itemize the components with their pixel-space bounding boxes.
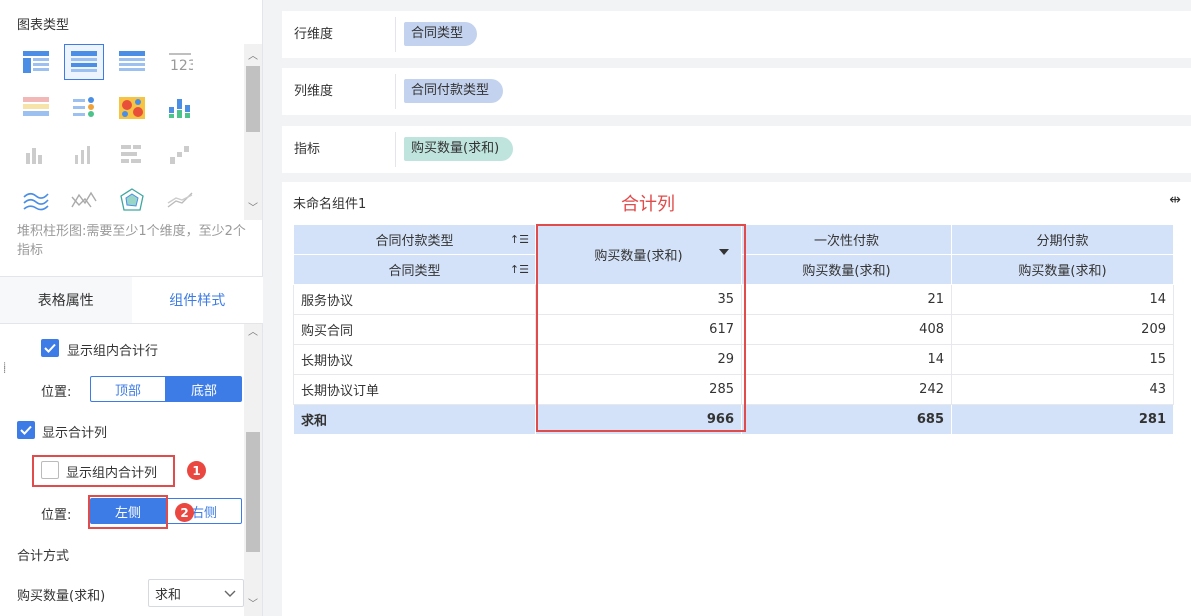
row-dim-header-label: 合同类型 (388, 264, 441, 279)
divider (395, 132, 396, 167)
highlight-box-2 (88, 495, 168, 529)
main-area: 行维度 合同类型 列维度 合同付款类型 指标 购买数量(求和) 未命名组件1 合… (264, 0, 1191, 616)
detail-table-icon[interactable] (112, 44, 152, 80)
value-cell: 14 (951, 284, 1174, 315)
value-cell: 14 (741, 344, 952, 375)
position-top-option[interactable]: 顶部 (90, 376, 166, 402)
radar-icon[interactable] (112, 182, 152, 218)
tab-component-style[interactable]: 组件样式 (131, 277, 263, 323)
col-group-header[interactable]: 一次性付款 (741, 224, 952, 255)
left-panel: 图表类型 123 ︿ ﹀ 堆积柱形图:需要至少1个维度，至少2个指标 表格属性 … (0, 0, 263, 616)
chart-type-hint: 堆积柱形图:需要至少1个维度，至少2个指标 (17, 224, 246, 258)
column-chart-icon[interactable] (16, 136, 56, 172)
measure-header: 购买数量(求和) (741, 254, 952, 285)
dot-table-icon[interactable] (64, 90, 104, 126)
settings-tabs: 表格属性 组件样式 (0, 276, 263, 324)
col-dimension-bar: 列维度 合同付款类型 (282, 68, 1191, 115)
col-dim-header-label: 合同付款类型 (375, 234, 454, 249)
row-dimension-bar: 行维度 合同类型 (282, 11, 1191, 58)
total-col-highlight-box (536, 224, 746, 432)
subtotal-row-position-toggle: 顶部 底部 (90, 376, 242, 402)
position-label: 位置: (41, 508, 72, 523)
multi-line-icon[interactable] (160, 182, 200, 218)
component-title[interactable]: 未命名组件1 (293, 193, 366, 212)
total-col-annotation: 合计列 (621, 194, 675, 215)
bar-chart-icon[interactable] (112, 136, 152, 172)
measure-label: 指标 (294, 142, 321, 157)
grouped-column-icon[interactable] (64, 136, 104, 172)
divider (395, 17, 396, 52)
area-chart-icon[interactable] (64, 182, 104, 218)
svg-text:123: 123 (170, 58, 193, 73)
show-group-subtotal-row-label: 显示组内合计行 (67, 344, 159, 359)
total-value-cell: 685 (741, 404, 952, 435)
value-cell: 21 (741, 284, 952, 315)
col-dimension-field[interactable]: 合同付款类型 (404, 79, 504, 103)
value-cell: 408 (741, 314, 952, 345)
row-name-cell: 购买合同 (293, 314, 536, 345)
value-cell: 242 (741, 374, 952, 405)
value-cell: 43 (951, 374, 1174, 405)
value-cell: 15 (951, 344, 1174, 375)
sort-icon[interactable]: ↑☰ (510, 233, 529, 246)
position-label: 位置: (41, 385, 72, 400)
row-name-cell: 长期协议订单 (293, 374, 536, 405)
tab-table-properties[interactable]: 表格属性 (0, 277, 132, 323)
total-method-field: 购买数量(求和) (17, 589, 106, 604)
scroll-down-icon[interactable]: ﹀ (245, 202, 261, 216)
row-dimension-field[interactable]: 合同类型 (404, 22, 478, 46)
show-total-col-checkbox[interactable] (17, 421, 35, 439)
measure-bar: 指标 购买数量(求和) (282, 126, 1191, 173)
col-dim-header[interactable]: 合同付款类型 ↑☰ (293, 224, 536, 255)
measure-header: 购买数量(求和) (951, 254, 1174, 285)
waterfall-icon[interactable] (160, 136, 200, 172)
component-panel: 未命名组件1 合计列 ⇹ 合同付款类型 ↑☰ 购买数量(求和) 一次性付款 分期… (282, 182, 1191, 616)
total-value-cell: 281 (951, 404, 1174, 435)
group-table-icon[interactable] (64, 44, 104, 80)
chevron-down-icon (224, 590, 236, 597)
show-group-subtotal-col-checkbox[interactable] (41, 461, 59, 479)
show-total-col-label: 显示合计列 (42, 426, 108, 441)
row-dimension-label: 行维度 (294, 27, 334, 42)
total-method-value: 求和 (155, 587, 182, 603)
line-chart-icon[interactable] (16, 182, 56, 218)
total-method-title: 合计方式 (17, 549, 70, 564)
value-cell: 209 (951, 314, 1174, 345)
kpi-number-icon[interactable]: 123 (160, 44, 200, 80)
heatmap-icon[interactable] (112, 90, 152, 126)
scroll-up-icon[interactable]: ︿ (245, 326, 261, 340)
row-name-cell: 服务协议 (293, 284, 536, 315)
row-name-cell: 长期协议 (293, 344, 536, 375)
sort-icon[interactable]: ↑☰ (510, 263, 529, 276)
measure-field[interactable]: 购买数量(求和) (404, 137, 514, 161)
chart-type-title: 图表类型 (17, 18, 70, 33)
col-dimension-label: 列维度 (294, 84, 334, 99)
chart-type-scroll-thumb[interactable] (246, 66, 260, 132)
step-badge-1: 1 (187, 461, 206, 480)
stacked-bar-icon[interactable] (160, 90, 200, 126)
row-dim-header[interactable]: 合同类型 ↑☰ (293, 254, 536, 285)
color-table-icon[interactable] (16, 90, 56, 126)
total-method-select[interactable]: 求和 (148, 579, 244, 607)
scroll-down-icon[interactable]: ﹀ (245, 598, 261, 612)
position-bottom-option[interactable]: 底部 (166, 376, 242, 402)
scroll-up-icon[interactable]: ︿ (245, 50, 261, 64)
step-badge-2: 2 (175, 503, 194, 522)
show-group-subtotal-row-checkbox[interactable] (41, 339, 59, 357)
divider (395, 74, 396, 109)
col-group-header[interactable]: 分期付款 (951, 224, 1174, 255)
cross-table-icon[interactable] (16, 44, 56, 80)
settings-scroll-thumb[interactable] (246, 432, 260, 552)
drag-handle-icon[interactable]: ⁞ ⁞ (3, 362, 6, 376)
show-group-subtotal-col-label: 显示组内合计列 (66, 466, 158, 481)
total-row-name: 求和 (293, 404, 536, 435)
expand-width-icon[interactable]: ⇹ (1169, 192, 1181, 208)
